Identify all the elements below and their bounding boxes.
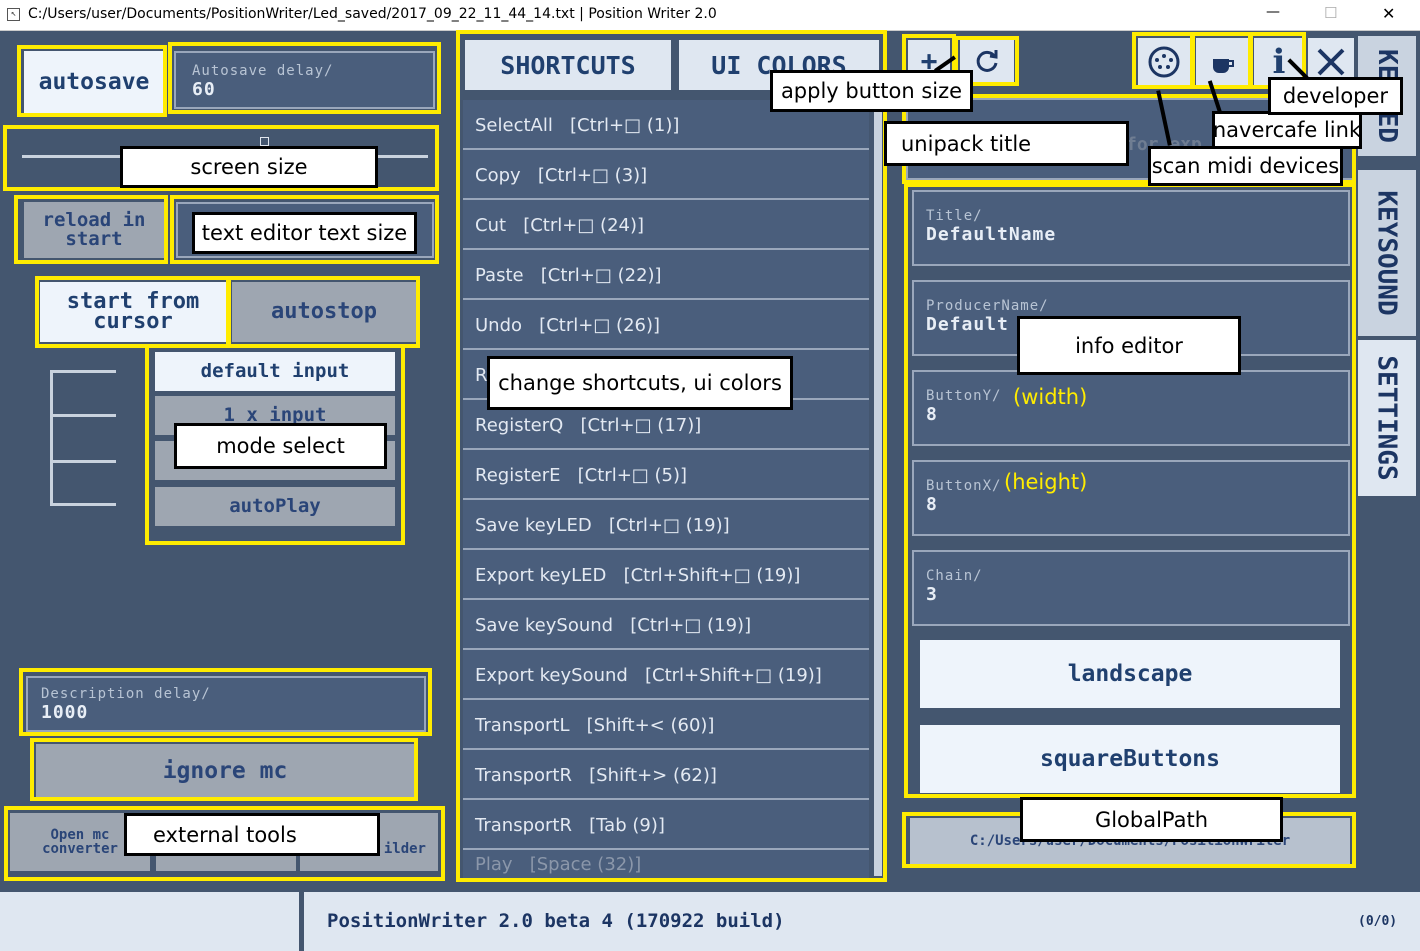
annotation-change-shortcuts: change shortcuts, ui colors <box>487 356 793 410</box>
status-text: PositionWriter 2.0 beta 4 (170922 build) <box>327 910 785 932</box>
annotation-mode-select: mode select <box>174 423 387 469</box>
close-icon <box>1317 48 1345 76</box>
refresh-icon <box>976 50 998 72</box>
chain-caption: Chain/ <box>926 568 983 584</box>
midi-icon <box>1148 46 1180 78</box>
scan-midi-devices-button[interactable] <box>1138 38 1190 86</box>
annotation-unipack-title: unipack title <box>884 121 1129 166</box>
title-caption: Title/ <box>926 208 983 224</box>
mode-tree-branch <box>50 370 116 373</box>
producer-name-caption: ProducerName/ <box>926 298 1049 314</box>
shortcut-item[interactable]: Save keySound [Ctrl+□ (19)] <box>463 602 869 650</box>
mode-tree-branch <box>50 460 116 463</box>
info-icon: i <box>1272 42 1286 82</box>
mc-converter-label: Open mc converter <box>42 827 118 857</box>
annotation-global-path: GlobalPath <box>1020 797 1283 842</box>
annotation-developer: developer <box>1268 77 1403 115</box>
shortcut-item[interactable]: TransportR [Shift+> (62)] <box>463 752 869 800</box>
autosave-delay-field[interactable]: Autosave delay/ 60 <box>174 51 435 109</box>
annotation-screen-size: screen size <box>120 146 378 188</box>
title-bar: ↖ C:/Users/user/Documents/PositionWriter… <box>0 0 1420 31</box>
shortcut-item[interactable]: Cut [Ctrl+□ (24)] <box>463 202 869 250</box>
shortcut-item[interactable]: Undo [Ctrl+□ (26)] <box>463 302 869 350</box>
shortcut-item[interactable]: TransportR [Tab (9)] <box>463 802 869 850</box>
annotation-width-note: (width) <box>1013 385 1088 409</box>
chain-field[interactable]: Chain/ 3 <box>912 550 1350 626</box>
screen-size-slider-handle[interactable] <box>260 137 269 146</box>
button-x-field[interactable]: ButtonX/ 8 <box>912 460 1350 536</box>
title-field[interactable]: Title/ DefaultName <box>912 190 1350 266</box>
mode-tree-branch <box>50 414 116 417</box>
annotation-apply-button-size: apply button size <box>770 70 973 112</box>
annotation-scan-midi-devices: scan midi devices <box>1148 146 1343 186</box>
minimize-button[interactable]: — <box>1266 4 1280 20</box>
window-title: C:/Users/user/Documents/PositionWriter/L… <box>28 6 717 22</box>
start-from-cursor-label: start from cursor <box>66 289 200 334</box>
shortcut-item[interactable]: Play [Space (32)] <box>463 852 869 876</box>
shortcut-item[interactable]: RegisterE [Ctrl+□ (5)] <box>463 452 869 500</box>
annotation-height-note: (height) <box>1004 470 1088 494</box>
annotation-text-editor-text-size: text editor text size <box>192 212 417 254</box>
coffee-icon <box>1213 59 1234 73</box>
start-from-cursor-toggle[interactable]: start from cursor <box>40 282 226 342</box>
navercafe-link-button[interactable] <box>1196 38 1248 86</box>
maximize-button[interactable]: ☐ <box>1324 4 1337 22</box>
chain-value: 3 <box>926 584 938 605</box>
button-x-caption: ButtonX/ <box>926 478 1002 494</box>
close-window-button[interactable]: ✕ <box>1382 4 1395 23</box>
button-y-value: 8 <box>926 404 938 425</box>
autosave-delay-value: 60 <box>192 79 216 100</box>
autostop-toggle[interactable]: autostop <box>232 282 416 342</box>
shortcut-item[interactable]: Save keyLED [Ctrl+□ (19)] <box>463 502 869 550</box>
description-delay-caption: Description delay/ <box>41 686 211 702</box>
reload-in-start-toggle[interactable]: reload in start <box>24 202 164 258</box>
annotation-external-tools: external tools <box>124 813 380 856</box>
app-icon: ↖ <box>7 8 20 21</box>
tab-settings[interactable]: SETTINGS <box>1358 340 1416 496</box>
annotation-info-editor: info editor <box>1017 316 1241 375</box>
mode-default-input[interactable]: default input <box>155 352 395 391</box>
reload-in-start-label: reload in start <box>42 209 146 250</box>
shortcut-item[interactable]: Export keySound [Ctrl+Shift+□ (19)] <box>463 652 869 700</box>
status-bar-divider <box>299 892 304 951</box>
square-buttons-toggle[interactable]: squareButtons <box>920 725 1340 793</box>
tab-shortcuts[interactable]: SHORTCUTS <box>465 40 671 90</box>
mode-autoplay[interactable]: autoPlay <box>155 487 395 526</box>
annotation-navercafe-link: navercafe link <box>1212 111 1362 149</box>
shortcut-item[interactable]: TransportL [Shift+< (60)] <box>463 702 869 750</box>
mode-tree-branch <box>50 503 116 506</box>
tab-settings-label: SETTINGS <box>1372 355 1403 481</box>
shortcuts-scrollbar[interactable] <box>874 100 882 876</box>
button-y-caption: ButtonY/ <box>926 388 1002 404</box>
mode-tree-connector <box>50 370 53 506</box>
tab-keysound[interactable]: KEYSOUND <box>1358 170 1416 336</box>
button-y-field[interactable]: ButtonY/ 8 <box>912 370 1350 446</box>
shortcut-item[interactable]: Paste [Ctrl+□ (22)] <box>463 252 869 300</box>
ignore-mc-toggle[interactable]: ignore mc <box>36 744 414 798</box>
autosave-toggle[interactable]: autosave <box>24 51 164 113</box>
shortcut-item[interactable]: Copy [Ctrl+□ (3)] <box>463 152 869 200</box>
description-delay-value: 1000 <box>41 702 89 723</box>
shortcut-item[interactable]: Export keyLED [Ctrl+Shift+□ (19)] <box>463 552 869 600</box>
autosave-delay-caption: Autosave delay/ <box>192 63 334 79</box>
title-value: DefaultName <box>926 224 1057 245</box>
landscape-toggle[interactable]: landscape <box>920 640 1340 708</box>
tab-keysound-label: KEYSOUND <box>1372 190 1403 316</box>
status-count: (0/0) <box>1358 914 1398 929</box>
button-x-value: 8 <box>926 494 938 515</box>
description-delay-field[interactable]: Description delay/ 1000 <box>26 676 426 732</box>
